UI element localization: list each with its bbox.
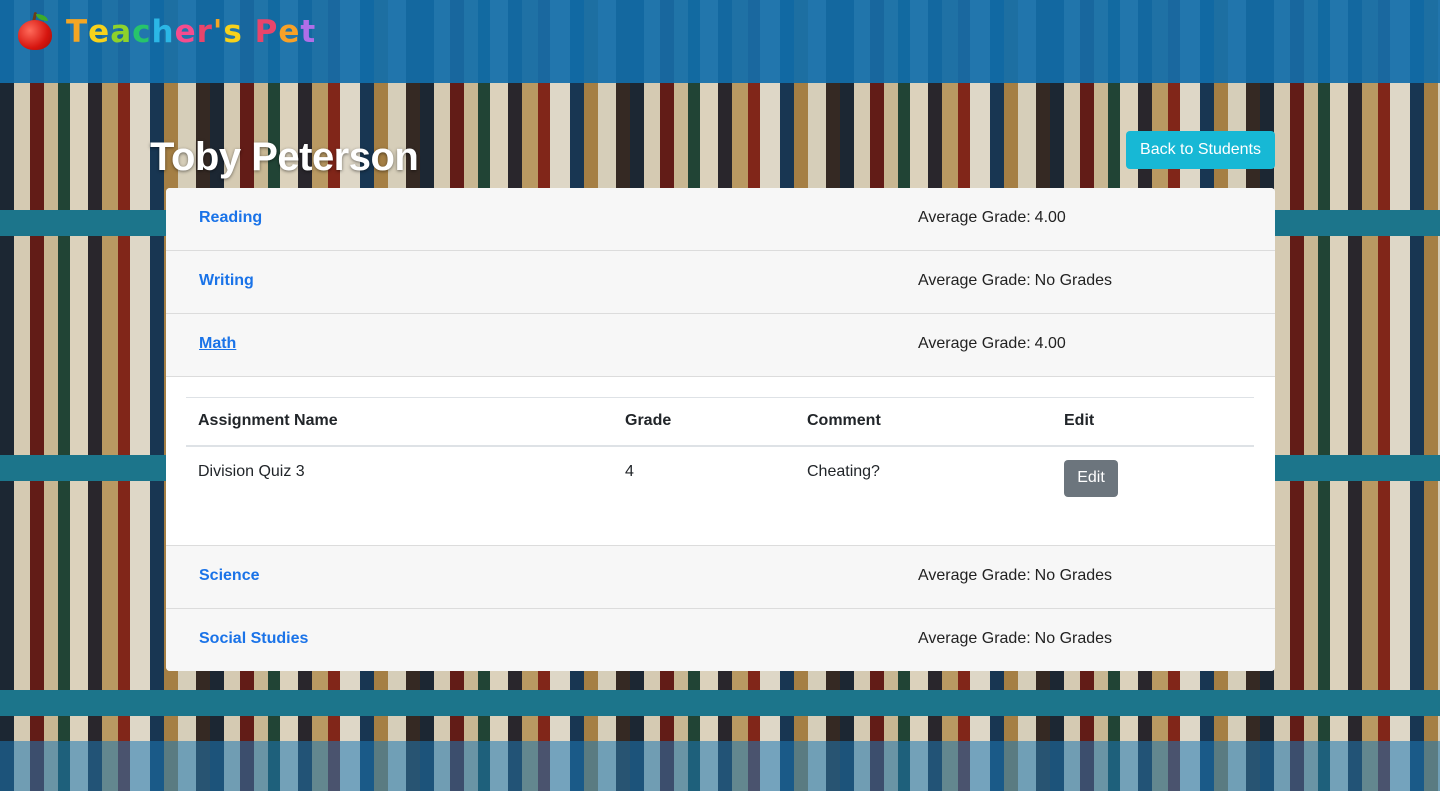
brand-letter: e — [174, 14, 197, 50]
footer-tint — [0, 741, 1440, 791]
average-grade: Average Grade: 4.00 — [918, 335, 1066, 352]
column-header: Assignment Name — [198, 412, 338, 430]
edit-cell: Edit — [1052, 446, 1254, 497]
average-grade: Average Grade: No Grades — [918, 272, 1113, 289]
brand-letter: t — [300, 14, 317, 50]
assignments-table: Assignment Name Grade Comment Edit Divis… — [186, 397, 1254, 497]
subject-link-math[interactable]: Math — [199, 335, 236, 353]
brand-letter: r — [196, 14, 213, 50]
subject-link-science[interactable]: Science — [199, 567, 259, 585]
column-header: Grade — [625, 412, 672, 430]
average-grade: Average Grade: 4.00 — [918, 209, 1066, 226]
brand-letter: s — [223, 14, 243, 50]
table-header-row: Assignment Name Grade Comment Edit — [186, 397, 1254, 446]
subject-row-social-studies: Social Studies Average Grade: No Grades — [166, 609, 1275, 671]
subject-link-social-studies[interactable]: Social Studies — [199, 630, 308, 648]
subjects-accordion: Reading Average Grade: 4.00 Writing Avera… — [166, 188, 1275, 671]
assignment-comment: Cheating? — [807, 462, 880, 480]
brand-letter: ' — [212, 14, 224, 50]
subject-row-writing: Writing Average Grade: No Grades — [166, 251, 1275, 314]
average-grade: Average Grade: No Grades — [918, 630, 1113, 647]
assignment-name: Division Quiz 3 — [198, 462, 305, 480]
subject-link-reading[interactable]: Reading — [199, 209, 262, 227]
column-header: Edit — [1064, 412, 1095, 430]
subject-link-writing[interactable]: Writing — [199, 272, 254, 290]
back-to-students-button[interactable]: Back to Students — [1126, 131, 1275, 169]
average-grade: Average Grade: No Grades — [918, 567, 1113, 584]
apple-icon — [16, 11, 54, 52]
subject-row-science: Science Average Grade: No Grades — [166, 546, 1275, 609]
table-row: Division Quiz 3 4 Cheating? Edit — [186, 446, 1254, 497]
brand-letter — [243, 14, 255, 50]
navbar: Teacher's Pet — [0, 0, 1440, 83]
math-assignments-panel: Assignment Name Grade Comment Edit Divis… — [166, 377, 1275, 546]
brand-letter: T — [66, 14, 89, 50]
subject-row-reading: Reading Average Grade: 4.00 — [166, 188, 1275, 251]
edit-button[interactable]: Edit — [1064, 459, 1118, 497]
brand-letter: a — [110, 14, 133, 50]
subject-row-math: Math Average Grade: 4.00 — [166, 314, 1275, 377]
brand-letter: P — [254, 14, 279, 50]
page-title: Toby Peterson — [150, 135, 419, 179]
column-header: Comment — [807, 412, 881, 430]
brand-name: Teacher's Pet — [66, 14, 316, 50]
brand-logo[interactable]: Teacher's Pet — [16, 11, 316, 52]
brand-letter: e — [278, 14, 301, 50]
brand-letter: c — [132, 14, 152, 50]
brand-letter: h — [151, 14, 175, 50]
brand-letter: e — [88, 14, 111, 50]
assignment-grade: 4 — [625, 462, 634, 480]
